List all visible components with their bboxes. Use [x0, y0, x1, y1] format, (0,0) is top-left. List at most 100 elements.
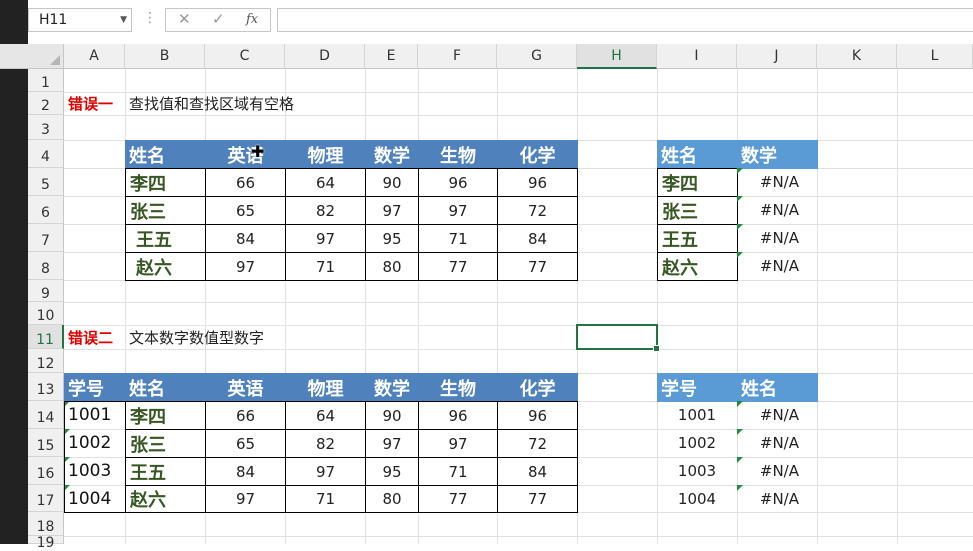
score-cell[interactable]: 77: [418, 485, 498, 513]
score-cell[interactable]: 72: [497, 196, 578, 225]
score-cell[interactable]: 84: [497, 457, 578, 486]
id-cell[interactable]: 1003: [64, 457, 125, 485]
table-header[interactable]: 化学: [497, 140, 578, 169]
score-cell[interactable]: 65: [205, 429, 286, 458]
score-cell[interactable]: 71: [418, 224, 498, 253]
row-header-7[interactable]: 7: [28, 224, 64, 252]
score-cell[interactable]: 64: [285, 168, 366, 197]
column-header-j[interactable]: J: [737, 44, 817, 69]
lookup-result-cell[interactable]: #N/A: [737, 429, 817, 457]
score-cell[interactable]: 97: [205, 252, 286, 281]
score-cell[interactable]: 97: [365, 196, 419, 225]
lookup-result-cell[interactable]: #N/A: [737, 485, 817, 512]
lookup-result-cell[interactable]: #N/A: [737, 252, 817, 280]
error-indicator-icon[interactable]: [64, 485, 70, 491]
error-indicator-icon[interactable]: [737, 457, 743, 463]
score-cell[interactable]: 64: [285, 401, 366, 430]
score-cell[interactable]: 77: [418, 252, 498, 281]
error-indicator-icon[interactable]: [64, 429, 70, 435]
row-header-15[interactable]: 15: [28, 429, 64, 457]
table-header[interactable]: 化学: [497, 373, 578, 402]
score-cell[interactable]: 84: [497, 224, 578, 253]
section-label[interactable]: 错误二: [64, 325, 125, 349]
lookup-key-cell[interactable]: 王五: [657, 224, 738, 253]
score-cell[interactable]: 71: [285, 485, 366, 513]
score-cell[interactable]: 95: [365, 224, 419, 253]
id-cell[interactable]: 1004: [64, 485, 125, 512]
score-cell[interactable]: 97: [418, 429, 498, 458]
lookup-key-cell[interactable]: 赵六: [657, 252, 738, 281]
error-indicator-icon[interactable]: [737, 168, 743, 174]
score-cell[interactable]: 90: [365, 168, 419, 197]
score-cell[interactable]: 66: [205, 401, 286, 430]
formula-input[interactable]: [277, 8, 973, 32]
row-header-9[interactable]: 9: [28, 280, 64, 302]
name-cell[interactable]: 李四: [125, 168, 206, 197]
lookup-key-cell[interactable]: 1002: [657, 429, 737, 457]
column-header-e[interactable]: E: [365, 44, 418, 69]
score-cell[interactable]: 96: [497, 168, 578, 197]
error-indicator-icon[interactable]: [737, 196, 743, 202]
table-header[interactable]: 物理: [285, 373, 366, 402]
column-header-i[interactable]: I: [657, 44, 737, 69]
table-header[interactable]: 生物: [418, 373, 498, 402]
column-header-l[interactable]: L: [897, 44, 973, 69]
score-cell[interactable]: 65: [205, 196, 286, 225]
table-header[interactable]: 姓名: [125, 140, 206, 169]
score-cell[interactable]: 72: [497, 429, 578, 458]
error-indicator-icon[interactable]: [737, 429, 743, 435]
score-cell[interactable]: 96: [418, 168, 498, 197]
cancel-icon[interactable]: ✕: [178, 10, 191, 28]
column-header-h[interactable]: H: [577, 44, 657, 69]
lookup-header[interactable]: 姓名: [737, 373, 818, 402]
row-header-17[interactable]: 17: [28, 485, 64, 512]
row-header-16[interactable]: 16: [28, 457, 64, 485]
section-description[interactable]: 文本数字数值型数字: [125, 325, 264, 349]
lookup-header[interactable]: 数学: [737, 140, 818, 169]
score-cell[interactable]: 71: [285, 252, 366, 281]
name-cell[interactable]: 赵六: [125, 485, 206, 513]
name-cell[interactable]: 张三: [125, 429, 206, 458]
lookup-result-cell[interactable]: #N/A: [737, 224, 817, 252]
table-header[interactable]: 姓名: [125, 373, 206, 402]
column-header-d[interactable]: D: [285, 44, 365, 69]
lookup-key-cell[interactable]: 1003: [657, 457, 737, 485]
score-cell[interactable]: 97: [205, 485, 286, 513]
lookup-key-cell[interactable]: 1004: [657, 485, 737, 512]
lookup-result-cell[interactable]: #N/A: [737, 401, 817, 429]
score-cell[interactable]: 82: [285, 196, 366, 225]
score-cell[interactable]: 90: [365, 401, 419, 430]
table-header[interactable]: 数学: [365, 140, 419, 169]
score-cell[interactable]: 77: [497, 252, 578, 281]
row-header-4[interactable]: 4: [28, 140, 64, 168]
error-indicator-icon[interactable]: [64, 401, 70, 407]
row-header-2[interactable]: 2: [28, 92, 64, 115]
lookup-header[interactable]: 姓名: [657, 140, 738, 169]
insert-function-icon[interactable]: fx: [246, 12, 258, 27]
name-cell[interactable]: 王五: [125, 224, 206, 253]
cell-grid[interactable]: 错误一 查找值和查找区域有空格 姓名 英语 物理 数学 生物 化学 李四 66 64 90 96 96 张三…: [64, 69, 973, 544]
error-indicator-icon[interactable]: [737, 224, 743, 230]
chevron-down-icon[interactable]: ▼: [120, 9, 127, 31]
column-header-c[interactable]: C: [205, 44, 285, 69]
lookup-result-cell[interactable]: #N/A: [737, 168, 817, 196]
row-header-10[interactable]: 10: [28, 302, 64, 325]
column-header-g[interactable]: G: [497, 44, 577, 69]
enter-icon[interactable]: ✓: [212, 10, 225, 28]
table-header[interactable]: 物理: [285, 140, 366, 169]
lookup-key-cell[interactable]: 张三: [657, 196, 738, 225]
active-cell-highlight[interactable]: [576, 324, 658, 350]
score-cell[interactable]: 97: [418, 196, 498, 225]
row-header-13[interactable]: 13: [28, 373, 64, 401]
section-description[interactable]: 查找值和查找区域有空格: [125, 92, 294, 115]
name-cell[interactable]: 李四: [125, 401, 206, 430]
name-cell[interactable]: 赵六: [125, 252, 206, 281]
row-header-1[interactable]: 1: [28, 69, 64, 92]
table-header[interactable]: 英语: [205, 373, 286, 402]
score-cell[interactable]: 84: [205, 457, 286, 486]
row-header-6[interactable]: 6: [28, 196, 64, 224]
score-cell[interactable]: 97: [365, 429, 419, 458]
error-indicator-icon[interactable]: [64, 457, 70, 463]
lookup-result-cell[interactable]: #N/A: [737, 457, 817, 485]
id-cell[interactable]: 1001: [64, 401, 125, 429]
